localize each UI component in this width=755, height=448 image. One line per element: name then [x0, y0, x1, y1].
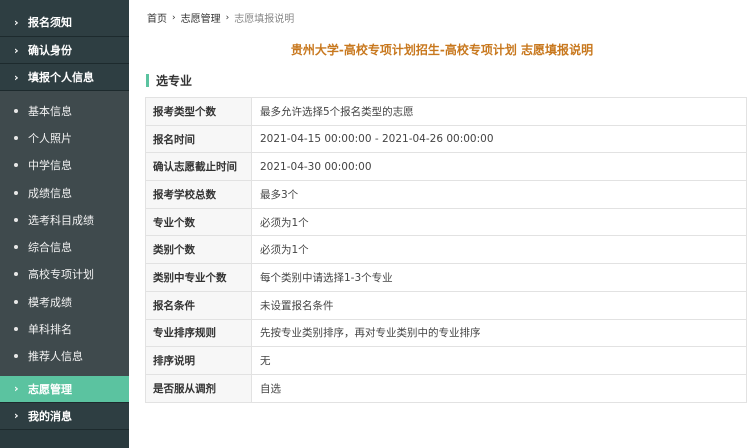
row-key: 报考类型个数: [145, 97, 252, 126]
table-row: 专业排序规则 先按专业类别排序，再对专业类别中的专业排序: [145, 318, 747, 348]
row-key: 专业个数: [145, 207, 252, 237]
sidebar-item-my-messages[interactable]: › 我的消息: [0, 402, 129, 430]
table-row: 确认志愿截止时间 2021-04-30 00:00:00: [145, 152, 747, 182]
sidebar-subitem-subject-rank[interactable]: 单科排名: [0, 315, 129, 342]
sidebar-subitem-label: 个人照片: [28, 131, 72, 145]
table-row: 报考学校总数 最多3个: [145, 180, 747, 209]
bullet-icon: [14, 108, 18, 113]
row-key: 确认志愿截止时间: [145, 152, 252, 182]
sidebar-subitem-label: 成绩信息: [28, 186, 72, 200]
breadcrumb-section[interactable]: 志愿管理: [181, 10, 221, 25]
bullet-icon: [14, 245, 18, 250]
breadcrumb: 首页 › 志愿管理 › 志愿填报说明: [147, 10, 295, 26]
row-value: 自选: [251, 373, 747, 403]
row-value: 必须为1个: [251, 207, 747, 237]
chevron-right-icon: ›: [14, 43, 19, 57]
sidebar-item-label: 确认身份: [28, 44, 72, 57]
row-value: 未设置报名条件: [251, 290, 747, 320]
sidebar-subitem-comprehensive[interactable]: 综合信息: [0, 233, 129, 260]
table-row: 类别中专业个数 每个类别中请选择1-3个专业: [145, 263, 747, 292]
section-title: 选专业: [156, 74, 193, 88]
sidebar-subitem-label: 基本信息: [28, 104, 72, 118]
info-table: 报考类型个数 最多允许选择5个报名类型的志愿 报名时间 2021-04-15 0…: [145, 97, 747, 403]
sidebar-item-personal-info[interactable]: › 填报个人信息: [0, 64, 129, 91]
sidebar-subitem-label: 综合信息: [28, 241, 72, 255]
sidebar-subitem-school-info[interactable]: 中学信息: [0, 152, 129, 179]
chevron-right-icon: ›: [14, 382, 19, 396]
row-key: 类别个数: [145, 235, 252, 265]
bullet-icon: [14, 354, 18, 359]
bullet-icon: [14, 190, 18, 195]
table-row: 报考类型个数 最多允许选择5个报名类型的志愿: [145, 97, 747, 126]
row-key: 是否服从调剂: [145, 373, 252, 403]
sidebar-subitem-label: 高校专项计划: [28, 268, 94, 282]
table-row: 是否服从调剂 自选: [145, 373, 747, 403]
sidebar-subitem-label: 单科排名: [28, 323, 72, 337]
bullet-icon: [14, 217, 18, 222]
sidebar-subitem-photo[interactable]: 个人照片: [0, 124, 129, 151]
row-key: 专业排序规则: [145, 318, 252, 348]
sidebar-item-label: 我的消息: [28, 409, 72, 423]
row-key: 报名条件: [145, 290, 252, 320]
row-key: 报名时间: [145, 124, 252, 154]
bullet-icon: [14, 135, 18, 140]
sidebar-subitem-referrer[interactable]: 推荐人信息: [0, 343, 129, 370]
row-value: 先按专业类别排序，再对专业类别中的专业排序: [251, 318, 747, 348]
chevron-right-icon: ›: [14, 15, 19, 29]
sidebar-subitem-label: 推荐人信息: [28, 350, 83, 364]
table-row: 报名条件 未设置报名条件: [145, 290, 747, 320]
bullet-icon: [14, 272, 18, 277]
table-row: 排序说明 无: [145, 346, 747, 375]
chevron-right-icon: ›: [172, 12, 176, 23]
sidebar-subitem-label: 模考成绩: [28, 295, 72, 309]
main-content: 首页 › 志愿管理 › 志愿填报说明 贵州大学-高校专项计划招生-高校专项计划 …: [129, 0, 755, 448]
breadcrumb-home[interactable]: 首页: [147, 10, 167, 25]
sidebar-subitem-mock-exam[interactable]: 模考成绩: [0, 288, 129, 315]
page-title: 贵州大学-高校专项计划招生-高校专项计划 志愿填报说明: [290, 43, 594, 57]
sidebar-subitem-label: 中学信息: [28, 159, 72, 173]
row-value: 无: [251, 346, 747, 375]
section-accent-bar: [146, 74, 149, 87]
table-row: 专业个数 必须为1个: [145, 207, 747, 237]
row-key: 报考学校总数: [145, 180, 252, 209]
sidebar-item-label: 填报个人信息: [28, 71, 94, 84]
sidebar-subitem-basic-info[interactable]: 基本信息: [0, 97, 129, 124]
sidebar-subitem-elective-grades[interactable]: 选考科目成绩: [0, 206, 129, 233]
bullet-icon: [14, 299, 18, 304]
sidebar-item-notice[interactable]: › 报名须知: [0, 0, 129, 37]
chevron-right-icon: ›: [225, 12, 230, 23]
table-row: 报名时间 2021-04-15 00:00:00 - 2021-04-26 00…: [145, 124, 747, 154]
row-value: 最多3个: [251, 180, 747, 209]
table-row: 类别个数 必须为1个: [145, 235, 747, 265]
row-value: 2021-04-30 00:00:00: [251, 152, 747, 182]
sidebar: › 报名须知 › 确认身份 › 填报个人信息 基本信息 个人照片 中学信息 成绩…: [0, 0, 129, 448]
sidebar-subitem-special-plan[interactable]: 高校专项计划: [0, 261, 129, 288]
sidebar-item-label: 志愿管理: [28, 382, 72, 396]
row-key: 类别中专业个数: [145, 263, 252, 292]
sidebar-subitem-grades[interactable]: 成绩信息: [0, 179, 129, 206]
sidebar-item-confirm-identity[interactable]: › 确认身份: [0, 37, 129, 64]
row-key: 排序说明: [145, 346, 252, 375]
row-value: 最多允许选择5个报名类型的志愿: [251, 97, 747, 126]
sidebar-subitem-label: 选考科目成绩: [28, 213, 94, 227]
chevron-right-icon: ›: [14, 409, 19, 423]
section-header: 选专业: [146, 72, 192, 89]
chevron-right-icon: ›: [14, 70, 19, 84]
bullet-icon: [14, 327, 18, 332]
sidebar-submenu: 基本信息 个人照片 中学信息 成绩信息 选考科目成绩 综合信息 高校专项计划 模…: [0, 91, 129, 376]
row-value: 2021-04-15 00:00:00 - 2021-04-26 00:00:0…: [251, 124, 747, 154]
row-value: 每个类别中请选择1-3个专业: [251, 263, 747, 292]
sidebar-item-label: 报名须知: [28, 16, 72, 29]
breadcrumb-current: 志愿填报说明: [234, 14, 295, 25]
row-value: 必须为1个: [251, 235, 747, 265]
sidebar-item-application-management[interactable]: › 志愿管理: [0, 375, 129, 403]
bullet-icon: [14, 163, 18, 168]
